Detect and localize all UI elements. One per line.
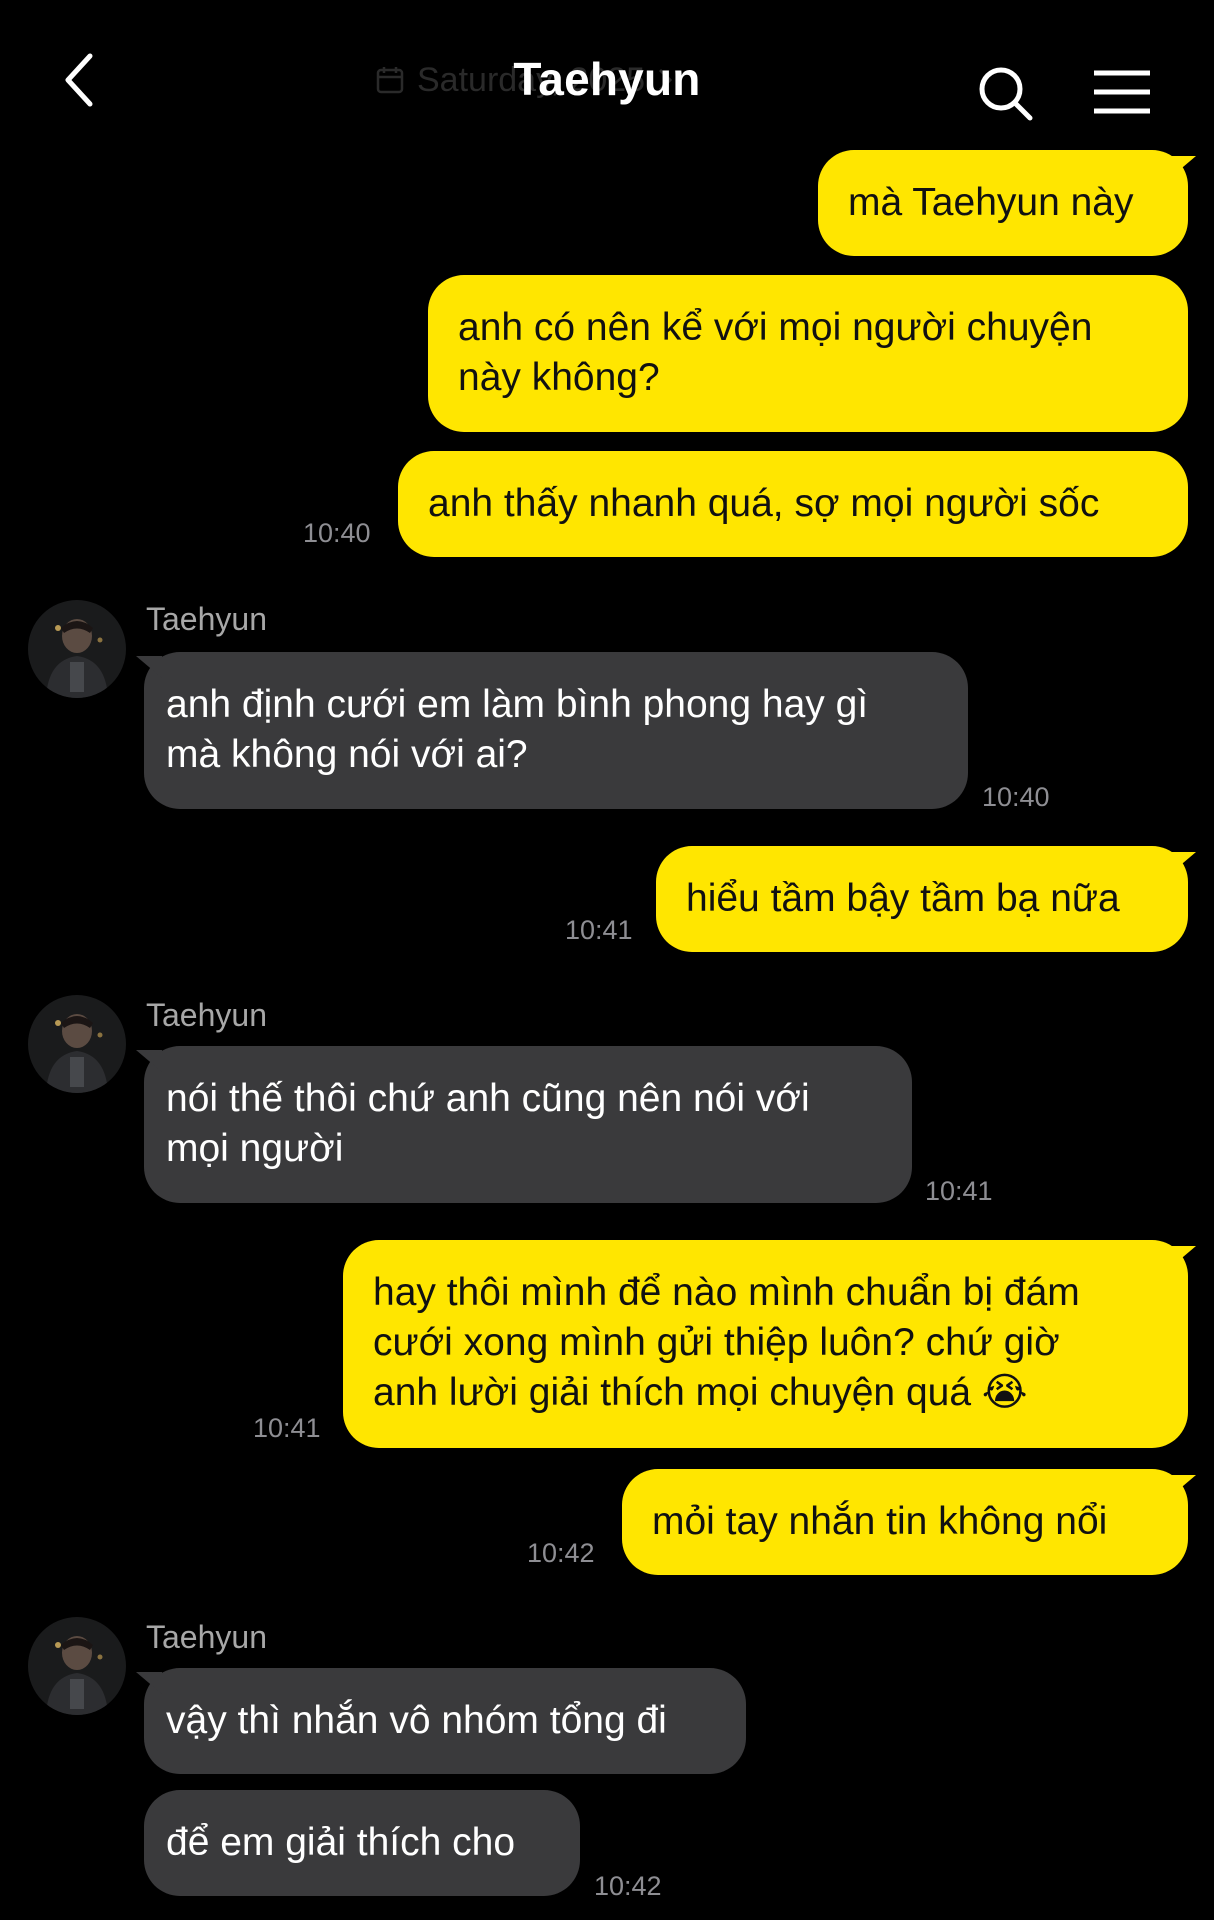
message-text: vậy thì nhắn vô nhóm tổng đi (166, 1699, 667, 1742)
message-bubble-sent[interactable]: hay thôi mình để nào mình chuẩn bị đám c… (343, 1240, 1188, 1448)
chat-header: Saturday, 2025 Taehyun (0, 0, 1214, 150)
message-text: mỏi tay nhắn tin không nổi (652, 1500, 1108, 1543)
message-bubble-received[interactable]: anh định cưới em làm bình phong hay gì m… (144, 652, 968, 809)
avatar[interactable] (28, 1617, 126, 1715)
message-bubble-received[interactable]: để em giải thích cho (144, 1790, 580, 1896)
message-bubble-sent[interactable]: mà Taehyun này (818, 150, 1188, 256)
message-bubble-sent[interactable]: anh thấy nhanh quá, sợ mọi người sốc (398, 451, 1188, 557)
message-bubble-sent[interactable]: anh có nên kể với mọi người chuyện này k… (428, 275, 1188, 432)
message-bubble-received[interactable]: nói thế thôi chứ anh cũng nên nói với mọ… (144, 1046, 912, 1203)
profile-photo (28, 995, 126, 1093)
message-timestamp: 10:40 (303, 518, 371, 548)
profile-photo (28, 1617, 126, 1715)
message-text: này không? (458, 356, 660, 399)
profile-photo (28, 600, 126, 698)
message-text: mà Taehyun này (848, 181, 1134, 224)
message-timestamp: 10:42 (527, 1538, 595, 1568)
message-text: nói thế thôi chứ anh cũng nên nói với (166, 1077, 810, 1120)
search-icon (979, 67, 1033, 121)
message-text: anh thấy nhanh quá, sợ mọi người sốc (428, 482, 1100, 525)
message-bubble-sent[interactable]: hiểu tầm bậy tầm bạ nữa (656, 846, 1188, 952)
search-button[interactable] (976, 64, 1036, 124)
message-timestamp: 10:41 (253, 1413, 321, 1443)
message-timestamp: 10:41 (565, 915, 633, 945)
message-text: mà không nói với ai? (166, 733, 528, 776)
avatar[interactable] (28, 995, 126, 1093)
message-bubble-received[interactable]: vậy thì nhắn vô nhóm tổng đi (144, 1668, 746, 1774)
message-timestamp: 10:41 (925, 1176, 993, 1206)
message-text: anh có nên kể với mọi người chuyện (458, 306, 1093, 349)
message-text: hay thôi mình để nào mình chuẩn bị đám (373, 1271, 1080, 1314)
sender-name: Taehyun (146, 1619, 267, 1655)
message-text: để em giải thích cho (166, 1821, 516, 1864)
message-timestamp: 10:40 (982, 782, 1050, 812)
avatar[interactable] (28, 600, 126, 698)
message-text: hiểu tầm bậy tầm bạ nữa (686, 877, 1120, 920)
message-text: anh lười giải thích mọi chuyện quá 😭 (373, 1371, 1028, 1414)
message-bubble-sent[interactable]: mỏi tay nhắn tin không nổi (622, 1469, 1188, 1575)
menu-icon (1094, 70, 1150, 114)
menu-button[interactable] (1092, 68, 1152, 118)
message-text: anh định cưới em làm bình phong hay gì (166, 683, 869, 726)
message-text: cưới xong mình gửi thiệp luôn? chứ giờ (373, 1321, 1060, 1364)
sender-name: Taehyun (146, 601, 267, 637)
sender-name: Taehyun (146, 997, 267, 1033)
message-timestamp: 10:42 (594, 1871, 662, 1901)
message-text: mọi người (166, 1127, 344, 1170)
